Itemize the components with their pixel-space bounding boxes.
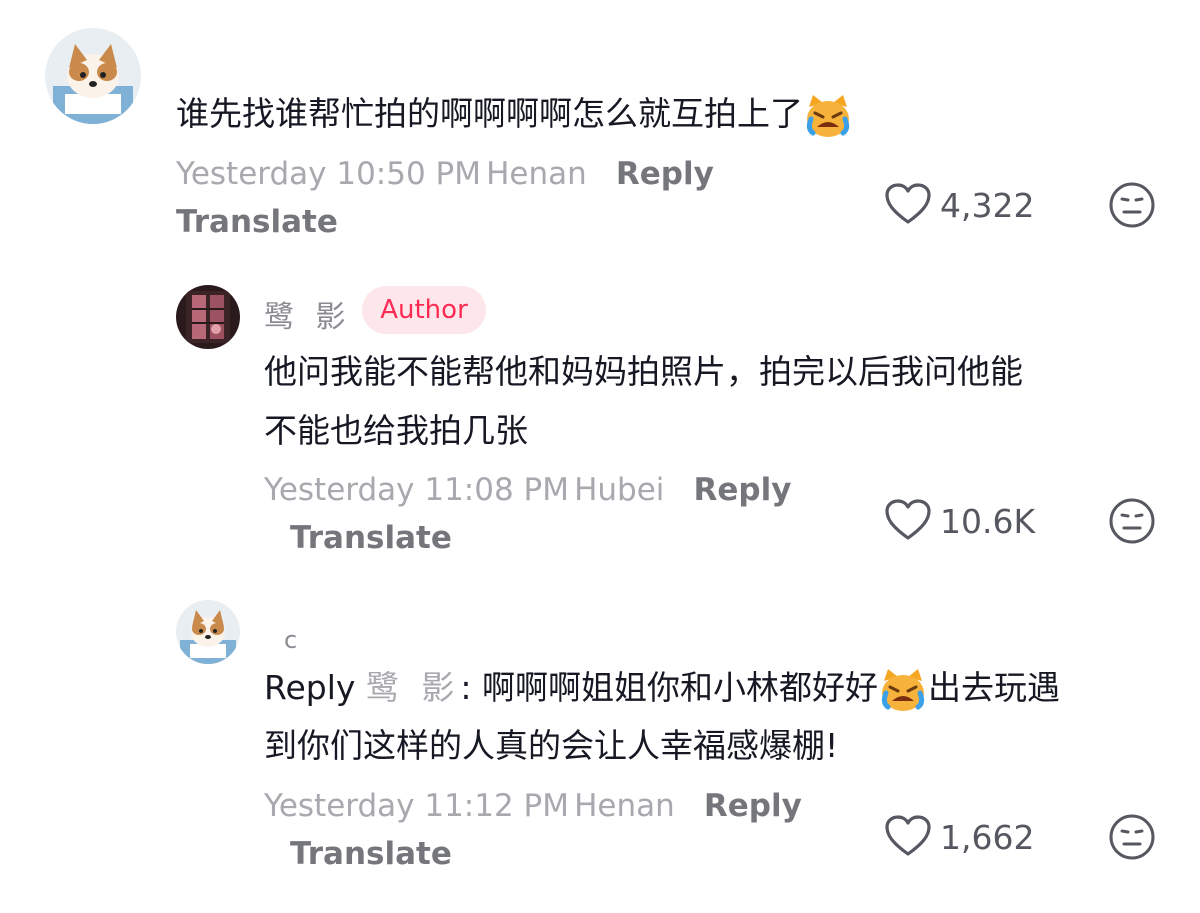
- comment-text-segment: 出去玩遇: [928, 668, 1061, 707]
- comment-text: Reply 鹭 影: 啊啊啊姐姐你和小林都好好 出去玩遇: [264, 660, 1060, 716]
- username[interactable]: c: [284, 626, 297, 654]
- dog-avatar-image: [176, 600, 240, 664]
- comment-text-segment: : 啊啊啊姐姐你和小林都好好: [460, 668, 879, 707]
- crying-cat-emoji-icon: [803, 93, 853, 139]
- comment-location: Henan: [574, 788, 675, 824]
- neutral-face-icon[interactable]: [1108, 497, 1156, 549]
- reply-button[interactable]: Reply: [694, 472, 792, 508]
- reply-to-username[interactable]: 鹭 影: [366, 668, 461, 707]
- comment-meta: Yesterday 10:50 PM Henan Reply: [176, 156, 714, 192]
- comment-text-line: 不能也给我拍几张: [264, 411, 528, 450]
- translate-button[interactable]: Translate: [290, 836, 452, 872]
- comment-text-line: 到你们这样的人真的会让人幸福感爆棚!: [264, 726, 839, 765]
- comment-location: Hubei: [574, 472, 665, 508]
- heart-outline-icon[interactable]: [884, 182, 932, 230]
- like-count: 4,322: [940, 186, 1035, 225]
- avatar[interactable]: [45, 28, 141, 124]
- dog-avatar-image: [45, 28, 141, 124]
- author-avatar-image: [176, 285, 240, 349]
- author-badge: Author: [362, 286, 486, 334]
- avatar[interactable]: [176, 600, 240, 664]
- avatar[interactable]: [176, 285, 240, 349]
- heart-outline-icon[interactable]: [884, 498, 932, 546]
- like-count: 10.6K: [940, 502, 1036, 541]
- comment-meta: Yesterday 11:08 PM Hubei Reply: [264, 472, 791, 508]
- comment-text-line: 谁先找谁帮忙拍的啊啊啊啊怎么就互拍上了: [176, 94, 803, 133]
- comment-time: Yesterday 11:12 PM: [264, 788, 569, 824]
- reply-button[interactable]: Reply: [616, 156, 714, 192]
- reply-button[interactable]: Reply: [704, 788, 802, 824]
- translate-button[interactable]: Translate: [176, 204, 338, 240]
- comment-meta: Yesterday 11:12 PM Henan Reply: [264, 788, 802, 824]
- heart-outline-icon[interactable]: [884, 814, 932, 862]
- translate-button[interactable]: Translate: [290, 520, 452, 556]
- like-count: 1,662: [940, 818, 1035, 857]
- comment-time: Yesterday 10:50 PM: [176, 156, 481, 192]
- comment-text: 谁先找谁帮忙拍的啊啊啊啊怎么就互拍上了: [176, 86, 853, 142]
- comment-text-line: 他问我能不能帮他和妈妈拍照片，拍完以后我问他能: [264, 352, 1023, 391]
- comment-location: Henan: [486, 156, 587, 192]
- crying-cat-emoji-icon: [878, 667, 928, 713]
- username[interactable]: 鹭 影: [264, 292, 352, 336]
- comment-time: Yesterday 11:08 PM: [264, 472, 569, 508]
- neutral-face-icon[interactable]: [1108, 813, 1156, 865]
- reply-prefix: Reply: [264, 668, 356, 707]
- neutral-face-icon[interactable]: [1108, 181, 1156, 233]
